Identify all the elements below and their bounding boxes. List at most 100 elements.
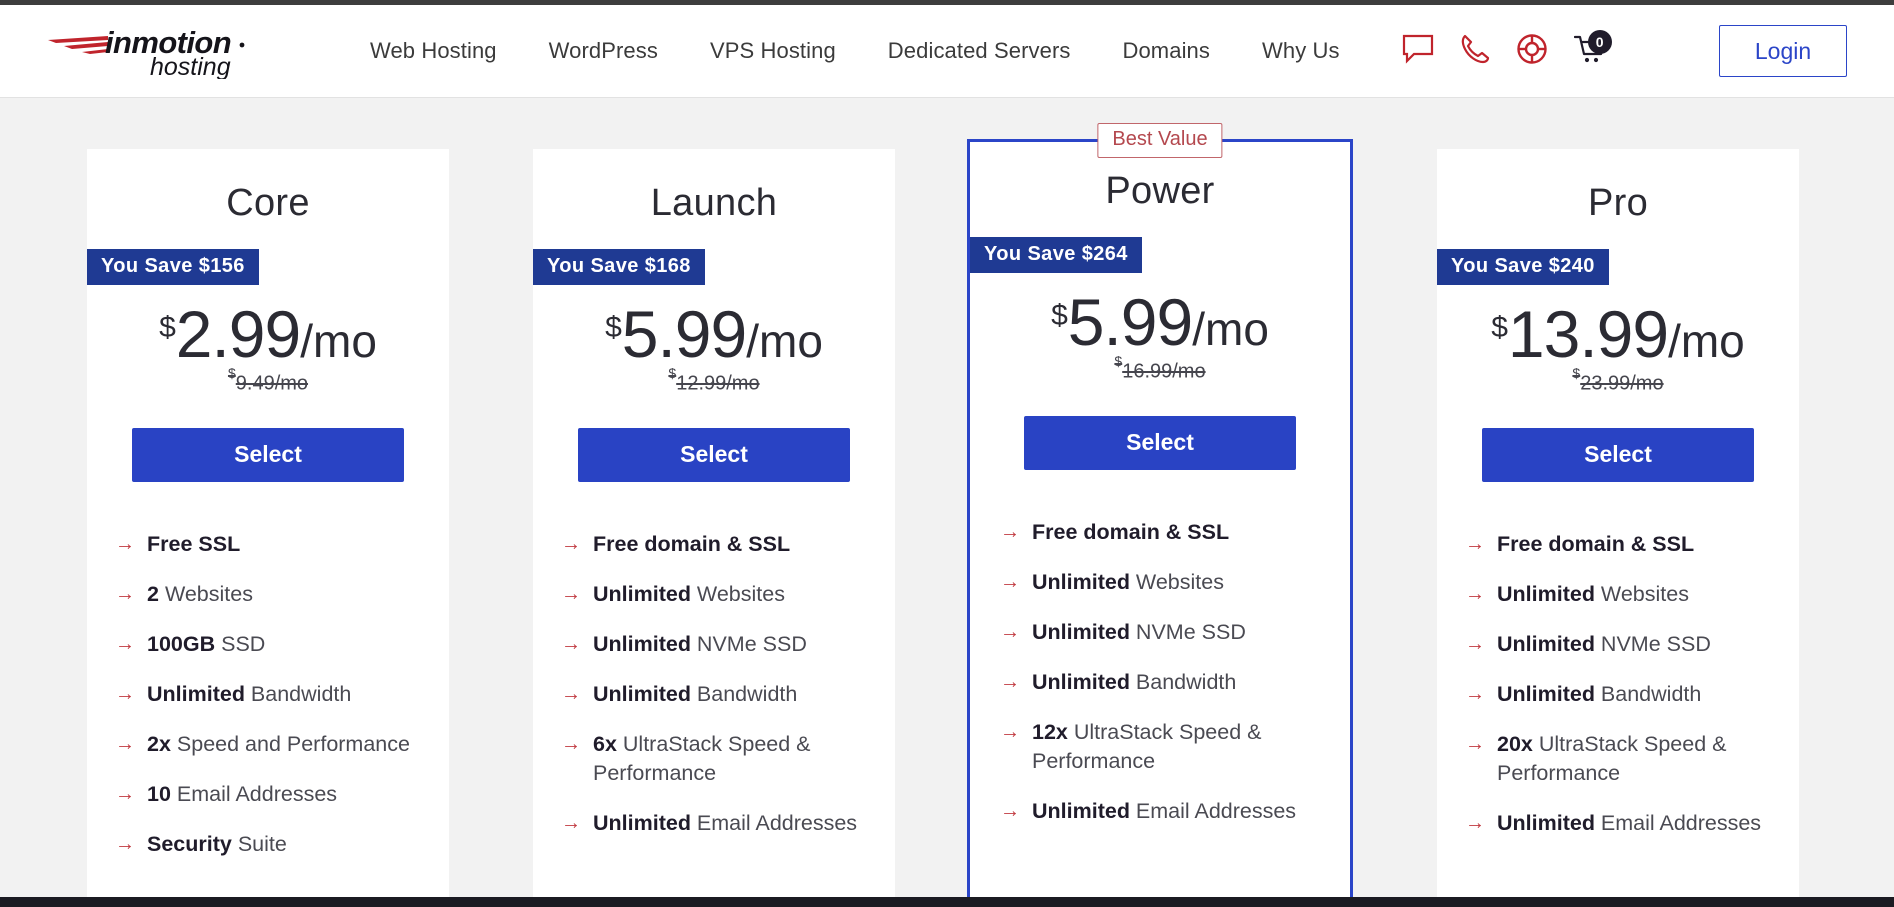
- pricing-card-core[interactable]: Core You Save $156 $2.99/mo $9.49/mo Sel…: [87, 149, 449, 907]
- save-badge: You Save $168: [533, 249, 705, 285]
- feature-list: → Free SSL → 2 Websites → 100GB SSD → Unlimi…: [87, 530, 449, 859]
- select-button[interactable]: Select: [578, 427, 850, 482]
- feature-rest: Email Addresses: [1129, 798, 1297, 823]
- main-navigation: Web Hosting WordPress VPS Hosting Dedica…: [344, 28, 1366, 74]
- feature-list: → Free domain & SSL → Unlimited Websites →…: [533, 530, 895, 838]
- feature-item: → Unlimited NVMe SSD: [561, 630, 873, 659]
- feature-item: → Security Suite: [115, 830, 427, 859]
- nav-item-domains[interactable]: Domains: [1096, 28, 1236, 74]
- feature-item: → Unlimited Email Addresses: [561, 809, 873, 838]
- arrow-right-icon: →: [561, 682, 581, 705]
- site-logo[interactable]: inmotion hosting: [46, 23, 294, 79]
- pricing-card-launch[interactable]: Launch You Save $168 $5.99/mo $12.99/mo …: [533, 149, 895, 907]
- nav-item-web-hosting[interactable]: Web Hosting: [344, 28, 523, 74]
- select-button[interactable]: Select: [1024, 415, 1296, 470]
- arrow-right-icon: →: [1465, 732, 1485, 755]
- arrow-right-icon: →: [1465, 811, 1485, 834]
- arrow-right-icon: →: [561, 811, 581, 834]
- browser-chrome-bottom-edge: [0, 897, 1894, 907]
- price-currency: $: [605, 310, 622, 344]
- support-lifering-icon[interactable]: [1516, 33, 1548, 70]
- save-badge: You Save $156: [87, 249, 259, 285]
- save-badge: You Save $264: [970, 237, 1142, 273]
- arrow-right-icon: →: [561, 732, 581, 755]
- feature-rest: Email Addresses: [1594, 810, 1762, 835]
- feature-item: → Unlimited Websites: [1000, 568, 1328, 597]
- original-price-currency: $: [227, 365, 236, 381]
- chat-icon[interactable]: [1402, 34, 1434, 69]
- pricing-card-power[interactable]: Best Value Power You Save $264 $5.99/mo …: [967, 123, 1353, 907]
- phone-icon[interactable]: [1460, 33, 1490, 70]
- original-price-amount: 16.99/mo: [1122, 360, 1206, 383]
- best-value-badge: Best Value: [1097, 123, 1223, 158]
- plan-price: $5.99/mo: [533, 301, 895, 367]
- feature-bold: 20x: [1497, 731, 1533, 756]
- plan-name: Pro: [1587, 182, 1649, 224]
- select-button[interactable]: Select: [132, 427, 404, 482]
- feature-item: → Unlimited Bandwidth: [561, 680, 873, 709]
- arrow-right-icon: →: [1465, 582, 1485, 605]
- feature-item: → 20x UltraStack Speed & Performance: [1465, 730, 1777, 788]
- price-amount: 5.99: [1067, 285, 1193, 359]
- plan-name: Core: [226, 182, 310, 224]
- feature-bold: Free domain & SSL: [1497, 531, 1695, 556]
- feature-rest: Speed and Performance: [170, 731, 410, 756]
- feature-bold: Unlimited: [593, 681, 691, 706]
- arrow-right-icon: →: [1465, 682, 1485, 705]
- feature-item: → 2x Speed and Performance: [115, 730, 427, 759]
- feature-list: → Free domain & SSL → Unlimited Websites →…: [1437, 530, 1799, 838]
- feature-bold: Unlimited: [1032, 569, 1130, 594]
- feature-item: → Unlimited Email Addresses: [1000, 797, 1328, 826]
- feature-rest: Bandwidth: [1594, 681, 1702, 706]
- plan-name: Launch: [650, 182, 778, 224]
- feature-item: → Unlimited Email Addresses: [1465, 809, 1777, 838]
- pricing-card-pro[interactable]: Pro You Save $240 $13.99/mo $23.99/mo Se…: [1437, 149, 1799, 907]
- arrow-right-icon: →: [1000, 620, 1020, 643]
- arrow-right-icon: →: [561, 632, 581, 655]
- select-button[interactable]: Select: [1482, 427, 1754, 482]
- feature-item: → 10 Email Addresses: [115, 780, 427, 809]
- plan-price: $13.99/mo: [1437, 301, 1799, 367]
- arrow-right-icon: →: [115, 732, 135, 755]
- feature-rest: Websites: [1594, 581, 1689, 606]
- cart-icon[interactable]: 0: [1573, 30, 1612, 70]
- nav-item-wordpress[interactable]: WordPress: [523, 28, 684, 74]
- original-price-amount: 12.99/mo: [676, 372, 760, 395]
- feature-rest: Websites: [158, 581, 253, 606]
- price-currency: $: [1051, 298, 1068, 332]
- price-period: /mo: [1668, 315, 1745, 367]
- arrow-right-icon: →: [115, 632, 135, 655]
- nav-item-why-us[interactable]: Why Us: [1236, 28, 1366, 74]
- header-utility-icons: 0: [1402, 30, 1612, 70]
- feature-bold: Security: [147, 831, 232, 856]
- feature-item: → Unlimited NVMe SSD: [1000, 618, 1328, 647]
- feature-bold: Unlimited: [147, 681, 245, 706]
- feature-bold: Unlimited: [593, 631, 691, 656]
- arrow-right-icon: →: [115, 832, 135, 855]
- arrow-right-icon: →: [1000, 720, 1020, 743]
- arrow-right-icon: →: [1465, 532, 1485, 555]
- feature-item: → Free domain & SSL: [561, 530, 873, 559]
- svg-text:hosting: hosting: [150, 53, 231, 79]
- arrow-right-icon: →: [115, 782, 135, 805]
- nav-item-vps-hosting[interactable]: VPS Hosting: [684, 28, 862, 74]
- feature-rest: SSD: [215, 631, 266, 656]
- plan-price: $2.99/mo: [87, 301, 449, 367]
- login-button[interactable]: Login: [1719, 25, 1847, 77]
- feature-rest: NVMe SSD: [690, 631, 807, 656]
- feature-item: → Unlimited NVMe SSD: [1465, 630, 1777, 659]
- feature-item: → Unlimited Bandwidth: [1465, 680, 1777, 709]
- original-price-currency: $: [1114, 353, 1123, 369]
- plan-name: Power: [1105, 170, 1215, 212]
- arrow-right-icon: →: [1000, 799, 1020, 822]
- feature-item: → Unlimited Bandwidth: [1000, 668, 1328, 697]
- feature-bold: 2x: [147, 731, 171, 756]
- feature-bold: 10: [147, 781, 171, 806]
- feature-bold: 6x: [593, 731, 617, 756]
- arrow-right-icon: →: [1465, 632, 1485, 655]
- feature-bold: Unlimited: [1497, 810, 1595, 835]
- feature-bold: Unlimited: [1032, 669, 1130, 694]
- arrow-right-icon: →: [115, 582, 135, 605]
- nav-item-dedicated-servers[interactable]: Dedicated Servers: [862, 28, 1097, 74]
- price-amount: 13.99: [1507, 297, 1669, 371]
